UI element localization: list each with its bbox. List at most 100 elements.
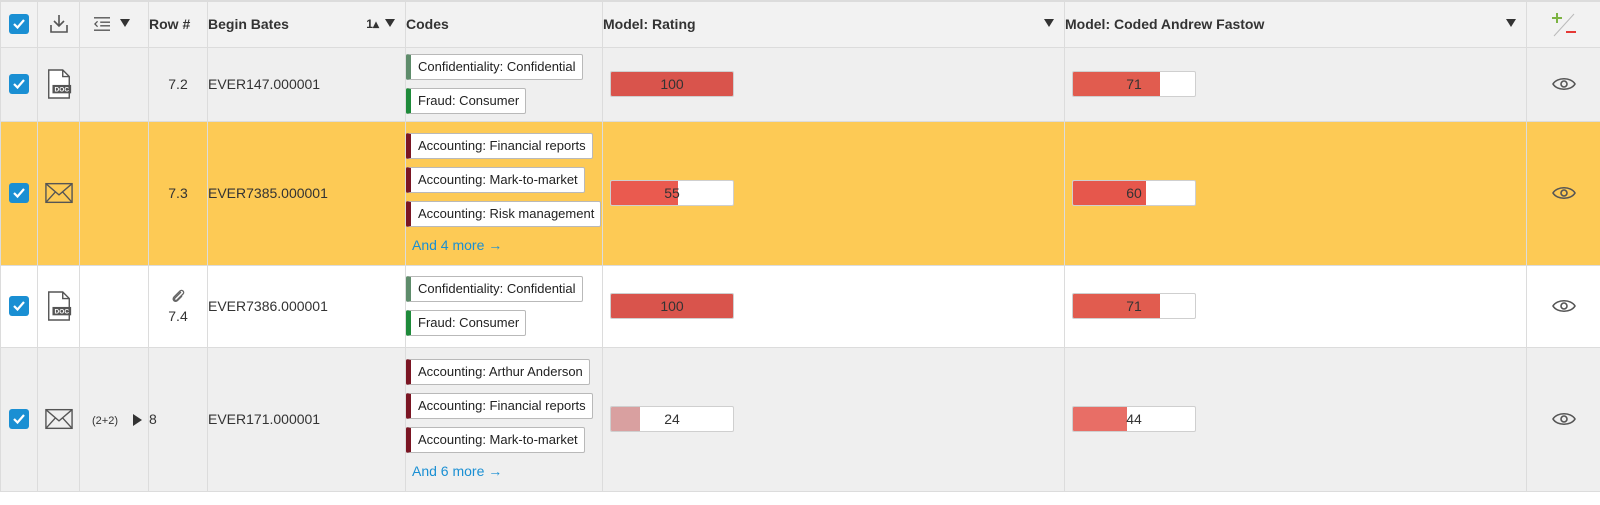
model-coded-cell: 60 — [1064, 121, 1527, 266]
row-number: 7.4 — [168, 308, 188, 324]
table-row[interactable]: 7.3 EVER7385.000001 Accounting: Financia… — [0, 121, 1600, 266]
code-chip[interactable]: Accounting: Risk management — [406, 201, 602, 227]
model-rating-dropdown-icon[interactable] — [1044, 19, 1054, 27]
select-all-checkbox[interactable] — [9, 14, 29, 35]
expand-thread-icon[interactable] — [132, 414, 142, 427]
preview-cell — [1526, 121, 1600, 266]
table-row[interactable]: DOC 7.4 EVER7386.000001 Confidentiality:… — [0, 265, 1600, 348]
code-chip[interactable]: Accounting: Financial reports — [406, 393, 593, 419]
coded-value: 60 — [1126, 185, 1142, 201]
row-select-cell — [0, 265, 38, 348]
download-icon[interactable] — [47, 12, 71, 36]
codes-cell: Accounting: Arthur Anderson Accounting: … — [405, 347, 603, 492]
row-select-cell — [0, 347, 38, 492]
family-count: (2+2) — [92, 415, 118, 427]
doc-icon[interactable]: DOC — [45, 291, 73, 321]
begin-bates-value: EVER147.000001 — [207, 47, 406, 122]
doc-icon[interactable]: DOC — [45, 69, 73, 99]
code-chip[interactable]: Confidentiality: Confidential — [406, 54, 583, 80]
model-rating-cell: 100 — [602, 265, 1065, 348]
begin-bates-value: EVER7386.000001 — [207, 265, 406, 348]
begin-bates-value: EVER7385.000001 — [207, 121, 406, 266]
check-icon — [13, 79, 25, 90]
check-icon — [13, 414, 25, 425]
more-codes-link[interactable]: And 4 more → — [412, 237, 602, 253]
coded-value: 71 — [1126, 298, 1142, 314]
model-coded-dropdown-icon[interactable] — [1506, 19, 1516, 27]
eye-icon[interactable] — [1551, 411, 1576, 427]
table-row[interactable]: (2+2) 8 EVER171.000001 Accounting: Arthu… — [0, 347, 1600, 492]
begin-bates-label: Begin Bates — [208, 16, 289, 33]
begin-bates-dropdown-icon[interactable] — [385, 19, 395, 27]
code-chip[interactable]: Accounting: Financial reports — [406, 133, 593, 159]
sort-indicator: 1▴ — [366, 17, 379, 31]
model-coded-header[interactable]: Model: Coded Andrew Fastow — [1064, 0, 1527, 48]
model-coded-cell: 71 — [1064, 47, 1527, 122]
model-coded-label: Model: Coded Andrew Fastow — [1065, 16, 1265, 33]
model-rating-cell: 100 — [602, 47, 1065, 122]
indent-list-icon[interactable] — [92, 16, 112, 32]
coded-value: 71 — [1126, 76, 1142, 92]
begin-bates-value: EVER171.000001 — [207, 347, 406, 492]
doc-type-cell — [37, 347, 80, 492]
model-coded-cell: 71 — [1064, 265, 1527, 348]
code-chip[interactable]: Fraud: Consumer — [406, 88, 527, 114]
rating-bar: 100 — [610, 71, 734, 97]
model-rating-cell: 24 — [602, 347, 1065, 492]
model-rating-label: Model: Rating — [603, 16, 696, 33]
coded-bar: 60 — [1072, 180, 1196, 206]
thread-dropdown-icon[interactable] — [120, 19, 130, 27]
rating-value: 24 — [664, 411, 680, 427]
add-remove-columns-header — [1526, 0, 1600, 48]
doc-type-cell: DOC — [37, 265, 80, 348]
thread-cell — [79, 47, 149, 122]
row-number: 7.3 — [148, 121, 208, 266]
preview-cell — [1526, 347, 1600, 492]
codes-cell: Confidentiality: Confidential Fraud: Con… — [405, 47, 603, 122]
row-checkbox[interactable] — [9, 409, 29, 429]
check-icon — [13, 188, 25, 199]
code-chip[interactable]: Accounting: Mark-to-market — [406, 427, 585, 453]
code-chip[interactable]: Confidentiality: Confidential — [406, 276, 583, 302]
preview-cell — [1526, 47, 1600, 122]
code-chip[interactable]: Accounting: Arthur Anderson — [406, 359, 590, 385]
eye-icon[interactable] — [1551, 76, 1576, 92]
row-checkbox[interactable] — [9, 296, 29, 316]
row-number-header[interactable]: Row # — [148, 0, 208, 48]
email-icon[interactable] — [44, 408, 73, 430]
row-checkbox[interactable] — [9, 183, 29, 203]
code-chip[interactable]: Fraud: Consumer — [406, 310, 527, 336]
row-number-cell: 7.4 — [148, 265, 208, 348]
table-row[interactable]: DOC 7.2 EVER147.000001 Confidentiality: … — [0, 47, 1600, 122]
row-number: 8 — [148, 347, 208, 492]
eye-icon[interactable] — [1551, 298, 1576, 314]
model-coded-cell: 44 — [1064, 347, 1527, 492]
row-select-cell — [0, 47, 38, 122]
row-number: 7.2 — [148, 47, 208, 122]
codes-header[interactable]: Codes — [405, 0, 603, 48]
thread-cell: (2+2) — [79, 347, 149, 492]
more-codes-link[interactable]: And 6 more → — [412, 463, 602, 479]
svg-text:DOC: DOC — [54, 308, 69, 315]
code-chip[interactable]: Accounting: Mark-to-market — [406, 167, 585, 193]
svg-text:DOC: DOC — [54, 86, 69, 93]
rating-bar: 55 — [610, 180, 734, 206]
row-select-cell — [0, 121, 38, 266]
rating-bar: 100 — [610, 293, 734, 319]
doc-type-cell: DOC — [37, 47, 80, 122]
coded-bar: 71 — [1072, 293, 1196, 319]
paperclip-icon[interactable] — [170, 288, 186, 306]
email-icon[interactable] — [44, 182, 73, 204]
thread-cell — [79, 265, 149, 348]
thread-header — [79, 0, 149, 48]
rating-value: 55 — [664, 185, 680, 201]
eye-icon[interactable] — [1551, 185, 1576, 201]
select-all-header — [0, 0, 38, 48]
begin-bates-header[interactable]: Begin Bates 1▴ — [207, 0, 406, 48]
codes-cell: Confidentiality: Confidential Fraud: Con… — [405, 265, 603, 348]
rating-value: 100 — [660, 76, 684, 92]
model-rating-header[interactable]: Model: Rating — [602, 0, 1065, 48]
row-checkbox[interactable] — [9, 74, 29, 94]
add-remove-columns-icon[interactable] — [1550, 10, 1578, 38]
download-header — [37, 0, 80, 48]
